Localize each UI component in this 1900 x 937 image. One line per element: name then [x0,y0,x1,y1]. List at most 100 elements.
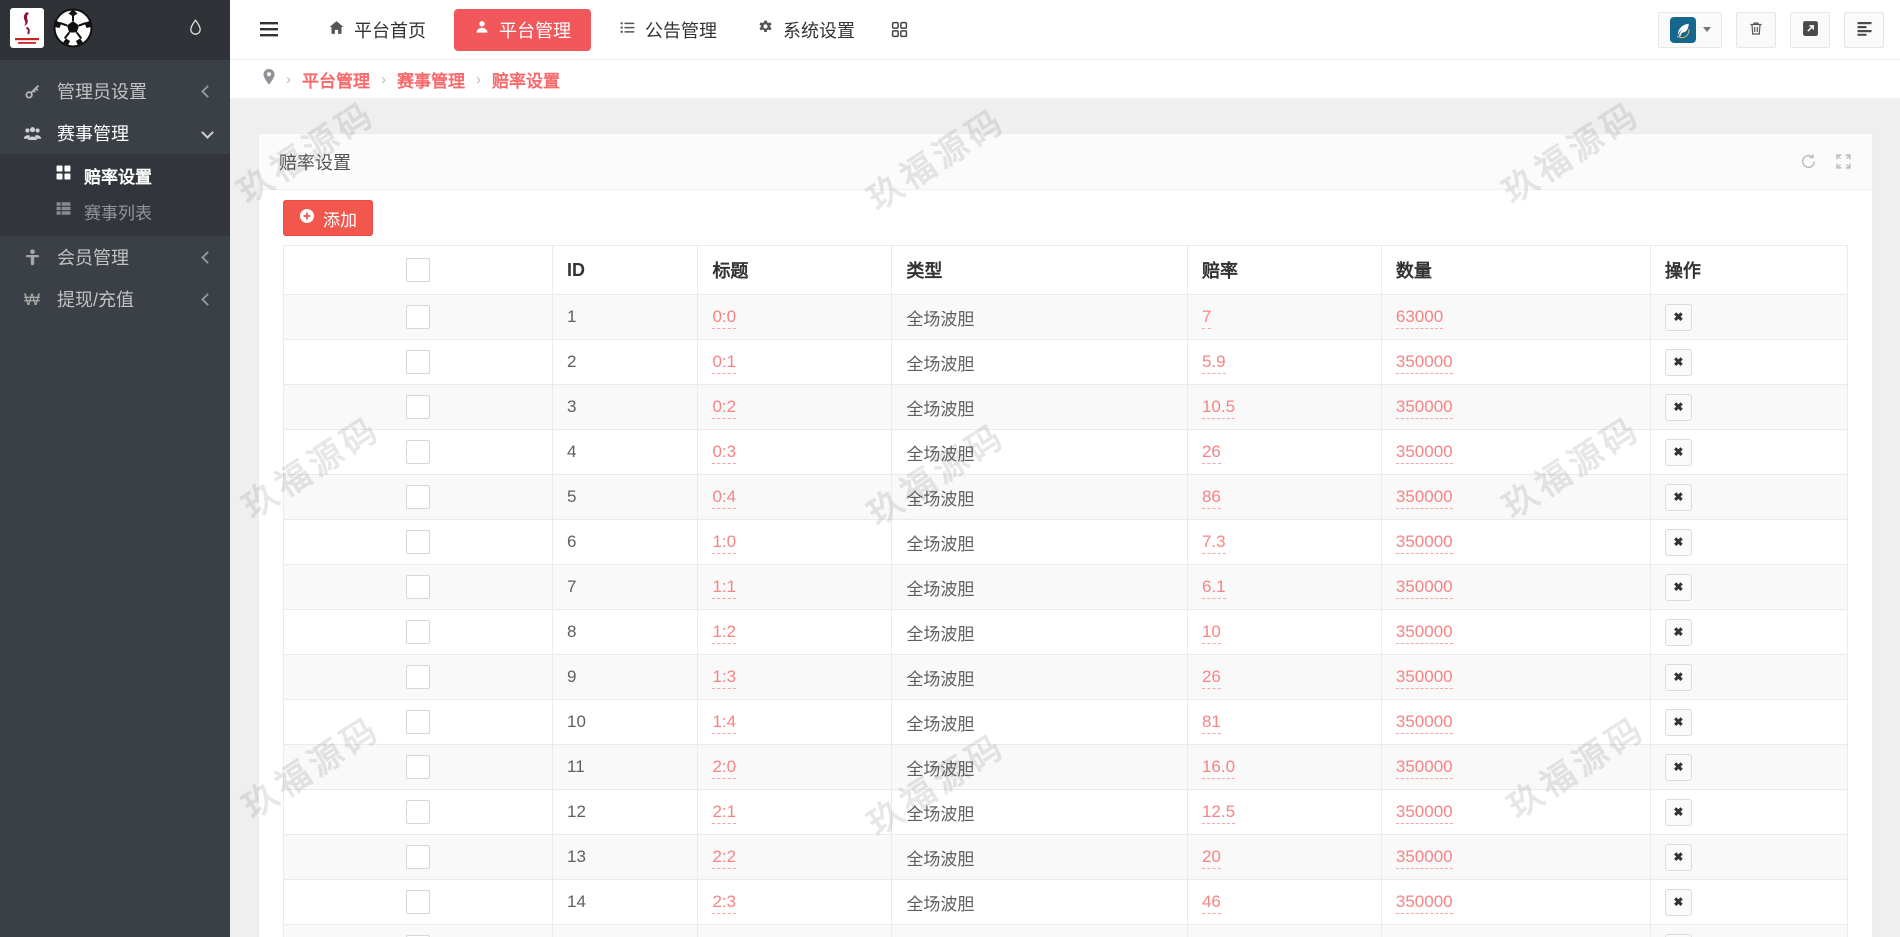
row-checkbox[interactable] [406,845,430,869]
odds-link[interactable]: 81 [1201,712,1221,734]
id-cell: 1 [551,294,699,340]
row-checkbox[interactable] [406,305,430,329]
odds-link[interactable]: 6.1 [1201,577,1226,599]
odds-link[interactable]: 26 [1201,667,1221,689]
table-row: 11 2:0 全场波胆 16.0 350000 ✖ [283,744,1849,790]
amount-link[interactable]: 350000 [1395,487,1453,509]
sidebar-item-odds-settings[interactable]: 赔率设置 [0,157,230,193]
amount-link[interactable]: 350000 [1395,442,1453,464]
amount-link[interactable]: 350000 [1395,757,1453,779]
odds-link[interactable]: 26 [1201,442,1221,464]
type-cell: 全场波胆 [891,834,1188,880]
row-checkbox[interactable] [406,350,430,374]
apps-grid-icon[interactable] [875,21,924,38]
odds-link[interactable]: 46 [1201,892,1221,914]
delete-button[interactable]: ✖ [1664,348,1692,376]
odds-link[interactable]: 7.3 [1201,532,1226,554]
trash-button[interactable] [1736,11,1776,48]
title-link[interactable]: 0:3 [712,442,737,464]
title-link[interactable]: 1:3 [712,667,737,689]
delete-button[interactable]: ✖ [1664,843,1692,871]
delete-button[interactable]: ✖ [1664,933,1692,937]
log-list-button[interactable] [1844,11,1884,48]
title-link[interactable]: 2:1 [712,802,737,824]
title-link[interactable]: 0:2 [712,397,737,419]
row-checkbox[interactable] [406,665,430,689]
odds-link[interactable]: 10 [1201,622,1221,644]
sidebar-item-match-list[interactable]: 赛事列表 [0,193,230,229]
sidebar-item-withdraw-recharge[interactable]: ₩ 提现/充值 [0,278,230,320]
expand-icon[interactable] [1835,153,1852,170]
amount-link[interactable]: 350000 [1395,352,1453,374]
title-link[interactable]: 1:1 [712,577,737,599]
nav-item-platform-home[interactable]: 平台首页 [308,0,446,60]
row-checkbox[interactable] [406,395,430,419]
delete-button[interactable]: ✖ [1664,573,1692,601]
title-link[interactable]: 2:2 [712,847,737,869]
breadcrumb-link-match[interactable]: 赛事管理 [397,67,465,92]
amount-link[interactable]: 350000 [1395,802,1453,824]
sidebar-item-member-management[interactable]: 会员管理 [0,236,230,278]
row-checkbox[interactable] [406,485,430,509]
amount-link[interactable]: 350000 [1395,667,1453,689]
amount-link[interactable]: 63000 [1395,307,1444,329]
odds-link[interactable]: 7 [1201,307,1212,329]
row-checkbox[interactable] [406,755,430,779]
column-header-type: 类型 [891,245,1188,295]
amount-link[interactable]: 350000 [1395,712,1453,734]
title-link[interactable]: 0:1 [712,352,737,374]
select-all-checkbox[interactable] [406,258,430,282]
sidebar-item-label: 管理员设置 [57,82,147,102]
sidebar-item-match-management[interactable]: 赛事管理 [0,112,230,154]
nav-item-system-settings[interactable]: 系统设置 [737,0,875,60]
odds-link[interactable]: 86 [1201,487,1221,509]
odds-link[interactable]: 5.9 [1201,352,1226,374]
type-cell: 全场波胆 [891,384,1188,430]
sidebar-item-admin-settings[interactable]: 管理员设置 [0,70,230,112]
refresh-icon[interactable] [1800,153,1817,170]
nav-item-platform-management[interactable]: 平台管理 [454,8,591,51]
title-link[interactable]: 0:4 [712,487,737,509]
amount-link[interactable]: 350000 [1395,622,1453,644]
hamburger-icon[interactable] [254,22,284,37]
amount-link[interactable]: 350000 [1395,892,1453,914]
breadcrumb-link-platform[interactable]: 平台管理 [302,67,370,92]
amount-link[interactable]: 350000 [1395,397,1453,419]
row-checkbox[interactable] [406,710,430,734]
row-checkbox[interactable] [406,890,430,914]
theme-button[interactable] [1658,11,1722,48]
odds-link[interactable]: 10.5 [1201,397,1236,419]
delete-button[interactable]: ✖ [1664,393,1692,421]
row-checkbox[interactable] [406,530,430,554]
delete-button[interactable]: ✖ [1664,708,1692,736]
delete-button[interactable]: ✖ [1664,618,1692,646]
delete-button[interactable]: ✖ [1664,528,1692,556]
row-checkbox[interactable] [406,800,430,824]
title-link[interactable]: 1:0 [712,532,737,554]
delete-button[interactable]: ✖ [1664,438,1692,466]
title-link[interactable]: 1:2 [712,622,737,644]
title-link[interactable]: 2:0 [712,757,737,779]
delete-button[interactable]: ✖ [1664,798,1692,826]
odds-link[interactable]: 16.0 [1201,757,1236,779]
delete-button[interactable]: ✖ [1664,483,1692,511]
title-link[interactable]: 0:0 [712,307,737,329]
amount-link[interactable]: 350000 [1395,532,1453,554]
row-checkbox[interactable] [406,440,430,464]
delete-button[interactable]: ✖ [1664,663,1692,691]
odds-link[interactable]: 20 [1201,847,1221,869]
open-external-button[interactable] [1790,11,1830,48]
title-link[interactable]: 2:3 [712,892,737,914]
breadcrumb-link-odds[interactable]: 赔率设置 [492,67,560,92]
row-checkbox[interactable] [406,620,430,644]
delete-button[interactable]: ✖ [1664,303,1692,331]
delete-button[interactable]: ✖ [1664,753,1692,781]
title-link[interactable]: 1:4 [712,712,737,734]
delete-button[interactable]: ✖ [1664,888,1692,916]
add-button[interactable]: 添加 [283,200,373,236]
amount-link[interactable]: 350000 [1395,577,1453,599]
amount-link[interactable]: 350000 [1395,847,1453,869]
nav-item-announcement-management[interactable]: 公告管理 [599,0,737,60]
odds-link[interactable]: 12.5 [1201,802,1236,824]
row-checkbox[interactable] [406,575,430,599]
